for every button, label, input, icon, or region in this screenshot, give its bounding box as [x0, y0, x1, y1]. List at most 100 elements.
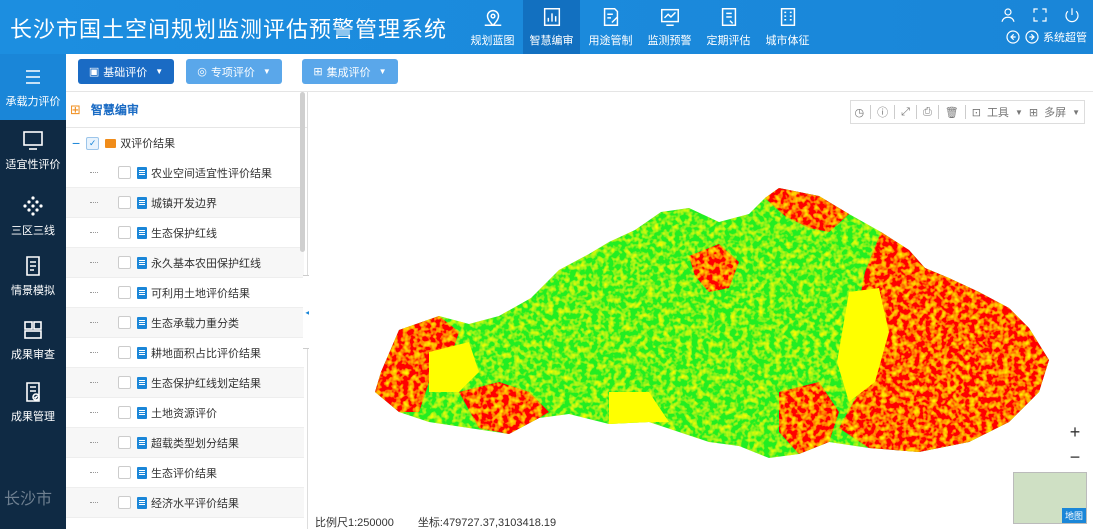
tree-item[interactable]: 生态承载力重分类 [66, 308, 304, 338]
item-label: 超载类型划分结果 [151, 437, 239, 450]
sidebar-label: 三区三线 [11, 225, 55, 237]
item-label: 可利用土地评价结果 [151, 287, 250, 300]
target-icon: ◎ [197, 66, 207, 78]
item-label: 城镇开发边界 [151, 197, 217, 210]
user-name[interactable]: 系统超管 [1043, 29, 1087, 45]
file-icon [137, 406, 147, 419]
item-checkbox[interactable] [118, 496, 131, 509]
panel-header: ⊞ 智慧编审 [66, 92, 307, 128]
tree-item[interactable]: 生态评价结果 [66, 458, 304, 488]
sidebar-label: 成果审查 [11, 349, 55, 361]
item-checkbox[interactable] [118, 466, 131, 479]
item-checkbox[interactable] [118, 196, 131, 209]
tree-item[interactable]: 城镇开发边界 [66, 188, 304, 218]
file-icon [137, 286, 147, 299]
nav-label: 城市体征 [765, 35, 810, 47]
tree-item[interactable]: 农业空间适宜性评价结果 [66, 158, 304, 188]
item-checkbox[interactable] [118, 406, 131, 419]
scale-readout: 比例尺1:250000 [315, 517, 394, 529]
basic-eval-dropdown[interactable]: ▣ 基础评价 ▼ [78, 59, 174, 84]
sidebar-item-result-manage[interactable]: 成果管理 [0, 380, 66, 424]
sidebar-item-scenario[interactable]: 情景模拟 [0, 254, 66, 298]
panel-scrollbar[interactable] [300, 92, 305, 252]
apps-icon: ⊞ [70, 101, 81, 117]
nav-item-smart-review[interactable]: 智慧编审 [523, 0, 580, 54]
item-checkbox[interactable] [118, 376, 131, 389]
report-icon [721, 8, 736, 26]
tree-branch [90, 292, 98, 293]
tree-item[interactable]: 土地资源评价 [66, 398, 304, 428]
power-icon[interactable] [1063, 6, 1081, 24]
map-view[interactable]: ◷ ⓘ ⤢ ⎙ 🗑 ⊡ 工具 ▼ ⊞ 多屏 ▼ + − 地图 比例尺1:2500… [309, 92, 1093, 529]
network-icon [23, 196, 43, 216]
evaluation-map-layer [375, 188, 1049, 458]
nav-label: 定期评估 [706, 35, 751, 47]
edit-doc-icon [603, 8, 618, 26]
tree-item[interactable]: 生态保护红线 [66, 218, 304, 248]
item-label: 生态保护红线划定结果 [151, 377, 261, 390]
top-nav: 规划蓝图 智慧编审 用途管制 监测预警 定期评估 城市体征 [464, 0, 818, 54]
map-pin-icon [484, 9, 501, 27]
user-icon[interactable] [999, 6, 1017, 24]
layer-tree-panel: ⊞ 智慧编审 − ✓ 双评价结果 农业空间适宜性评价结果 城镇开发边界 生态保护… [66, 92, 308, 529]
item-label: 经济水平评价结果 [151, 497, 239, 510]
sidebar-item-suitability[interactable]: 适宜性评价 [0, 128, 66, 172]
tree-branch [90, 502, 98, 503]
file-icon [137, 226, 147, 239]
zoom-out-button[interactable]: − [1070, 447, 1081, 468]
sidebar-item-result-review[interactable]: 成果审查 [0, 318, 66, 362]
header-user-row: 系统超管 [1005, 29, 1087, 45]
tree-item[interactable]: 超载类型划分结果 [66, 428, 304, 458]
tree-item[interactable]: 生态保护红线划定结果 [66, 368, 304, 398]
zoom-in-button[interactable]: + [1070, 422, 1081, 443]
nav-label: 规划蓝图 [470, 35, 515, 47]
item-checkbox[interactable] [118, 286, 131, 299]
item-checkbox[interactable] [118, 226, 131, 239]
item-checkbox[interactable] [118, 346, 131, 359]
city-watermark: 长沙市 [4, 491, 53, 508]
back-circle-icon[interactable] [1005, 29, 1021, 45]
item-checkbox[interactable] [118, 436, 131, 449]
nav-item-planning-blueprint[interactable]: 规划蓝图 [464, 0, 521, 54]
root-checkbox[interactable]: ✓ [86, 136, 100, 150]
nav-item-periodic-eval[interactable]: 定期评估 [700, 0, 757, 54]
root-label: 双评价结果 [120, 138, 176, 150]
fullscreen-icon[interactable] [1031, 6, 1049, 24]
overview-minimap[interactable]: 地图 [1013, 472, 1087, 524]
document-icon [26, 256, 40, 276]
caret-down-icon: ▼ [262, 67, 271, 76]
tree-root-node[interactable]: − ✓ 双评价结果 [66, 128, 304, 158]
item-checkbox[interactable] [118, 316, 131, 329]
sidebar-label: 适宜性评价 [5, 159, 61, 171]
tree-branch [90, 232, 98, 233]
sidebar-label: 成果管理 [11, 411, 55, 423]
item-checkbox[interactable] [118, 166, 131, 179]
minimap-label: 地图 [1061, 508, 1086, 523]
item-label: 永久基本农田保护红线 [151, 257, 261, 270]
tree-branch [90, 202, 98, 203]
file-icon [137, 376, 147, 389]
tree-branch [90, 472, 98, 473]
screen-icon [23, 131, 43, 150]
tree-item[interactable]: 经济水平评价结果 [66, 488, 304, 518]
sidebar-item-carrying-capacity[interactable]: 承载力评价 [0, 54, 66, 120]
file-icon [137, 346, 147, 359]
nav-item-use-control[interactable]: 用途管制 [582, 0, 639, 54]
collapse-minus-icon[interactable]: − [72, 135, 80, 151]
tree-item[interactable]: 永久基本农田保护红线 [66, 248, 304, 278]
nav-label: 用途管制 [588, 35, 633, 47]
nav-item-monitoring-warning[interactable]: 监测预警 [641, 0, 698, 54]
tree-item[interactable]: 可利用土地评价结果 [66, 278, 304, 308]
item-label: 土地资源评价 [151, 407, 217, 420]
folder-icon [105, 138, 117, 148]
forward-circle-icon[interactable] [1024, 29, 1040, 45]
tree-branch [90, 352, 98, 353]
sidebar-item-three-zones[interactable]: 三区三线 [0, 194, 66, 238]
file-icon [137, 436, 147, 449]
special-eval-dropdown[interactable]: ◎ 专项评价 ▼ [186, 59, 282, 84]
nav-item-city-signs[interactable]: 城市体征 [759, 0, 816, 54]
file-icon [137, 196, 147, 209]
item-checkbox[interactable] [118, 256, 131, 269]
tree-item[interactable]: 耕地面积占比评价结果 [66, 338, 304, 368]
integrated-eval-dropdown[interactable]: ⊞ 集成评价 ▼ [302, 59, 398, 84]
